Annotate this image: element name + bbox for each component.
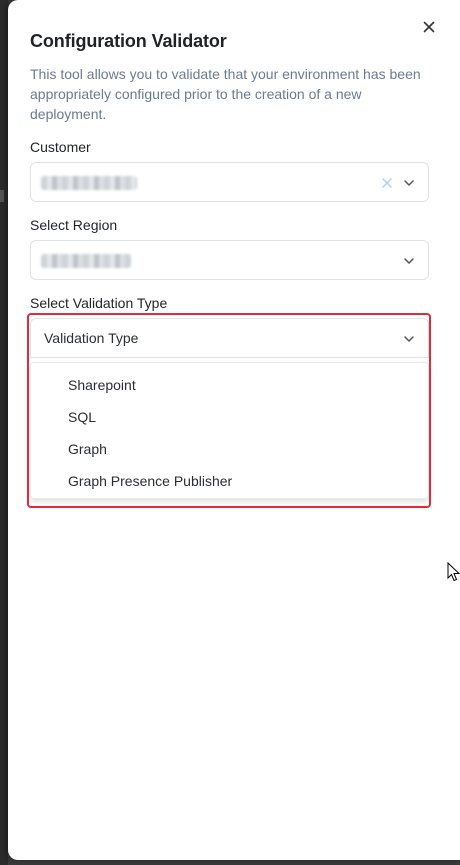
panel-title: Configuration Validator bbox=[30, 31, 227, 51]
chevron-down-icon bbox=[404, 336, 414, 342]
chevron-down-icon bbox=[404, 180, 414, 186]
option-sql[interactable]: SQL bbox=[31, 401, 428, 433]
customer-value-redacted bbox=[41, 176, 137, 190]
option-graph-presence-publisher[interactable]: Graph Presence Publisher bbox=[31, 465, 428, 497]
validation-type-label: Select Validation Type bbox=[30, 295, 168, 311]
validation-type-select[interactable]: Validation Type bbox=[30, 318, 429, 358]
chevron-down-icon bbox=[404, 258, 414, 264]
customer-select[interactable] bbox=[30, 162, 429, 202]
region-value-redacted bbox=[41, 254, 131, 268]
customer-label: Customer bbox=[30, 139, 91, 155]
option-graph[interactable]: Graph bbox=[31, 433, 428, 465]
validation-type-placeholder: Validation Type bbox=[44, 330, 139, 346]
close-icon bbox=[423, 21, 435, 33]
validation-type-menu: Sharepoint SQL Graph Graph Presence Publ… bbox=[30, 362, 429, 499]
panel-description: This tool allows you to validate that yo… bbox=[30, 66, 421, 122]
close-button[interactable] bbox=[419, 17, 439, 37]
backdrop bbox=[0, 0, 8, 865]
configuration-validator-panel: Configuration Validator This tool allows… bbox=[8, 0, 460, 860]
backdrop-fragment bbox=[0, 190, 4, 202]
option-sharepoint[interactable]: Sharepoint bbox=[31, 369, 428, 401]
mouse-cursor-icon bbox=[447, 562, 460, 582]
region-select[interactable] bbox=[30, 240, 429, 280]
region-label: Select Region bbox=[30, 217, 118, 233]
clear-icon[interactable] bbox=[380, 176, 394, 190]
